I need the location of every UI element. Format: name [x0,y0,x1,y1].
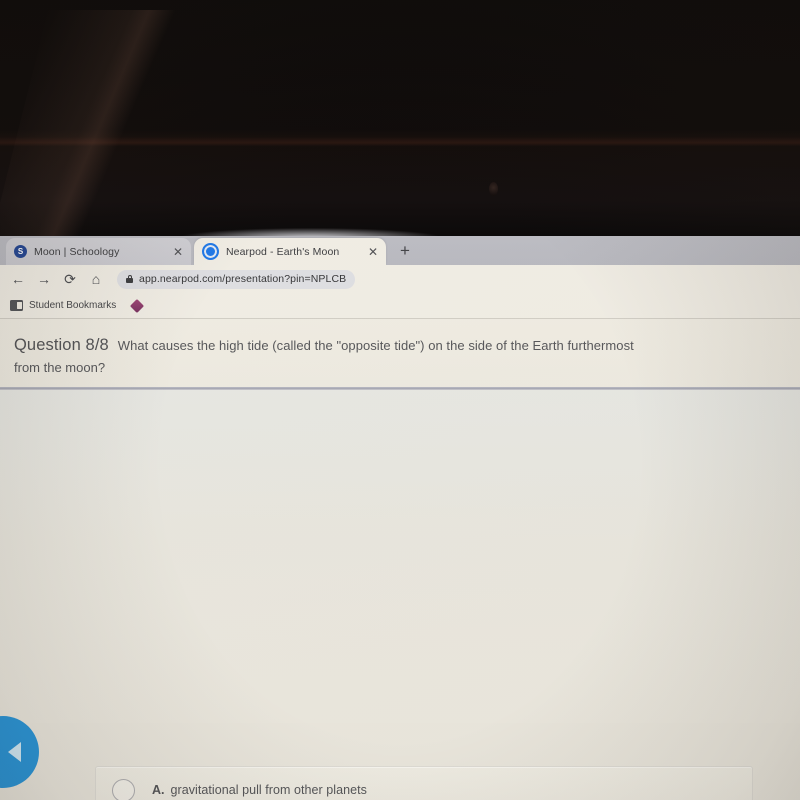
folder-icon [10,300,23,311]
nearpod-favicon [202,243,219,260]
tab-title: Moon | Schoology [34,245,120,258]
tab-nearpod-earths-moon[interactable]: Nearpod - Earth's Moon ✕ [194,238,386,265]
answer-options-list: A. gravitational pull from other planets… [95,766,753,800]
option-letter: A. [152,783,165,797]
chrome-browser-window: S Moon | Schoology ✕ Nearpod - Earth's M… [0,236,800,800]
question-text-line2: from the moon? [14,359,106,375]
bookmark-student-bookmarks[interactable]: Student Bookmarks [29,300,116,311]
address-bar[interactable]: app.nearpod.com/presentation?pin=NPLCB [117,269,356,289]
webcam-icon [489,182,498,196]
schoology-favicon: S [14,245,27,258]
tab-strip: S Moon | Schoology ✕ Nearpod - Earth's M… [0,236,800,265]
tab-moon-schoology[interactable]: S Moon | Schoology ✕ [6,238,191,265]
bezel-reflection [0,10,229,236]
question-body [0,390,800,723]
chevron-left-icon [7,742,21,762]
diamond-bookmark-icon[interactable] [130,298,145,313]
tab-title: Nearpod - Earth's Moon [226,245,340,258]
option-text: gravitational pull from other planets [170,783,367,797]
question-total: 8 [99,336,109,354]
photographed-laptop-screen: S Moon | Schoology ✕ Nearpod - Earth's M… [0,0,800,800]
laptop-bezel [0,0,800,238]
close-icon[interactable]: ✕ [368,246,378,258]
bookmarks-bar: Student Bookmarks [0,293,800,319]
reload-icon[interactable]: ⟳ [57,272,83,286]
back-icon[interactable]: ← [5,272,31,286]
home-icon[interactable]: ⌂ [83,272,109,286]
question-text-line1: What causes the high tide (called the "o… [117,338,634,353]
previous-slide-button[interactable] [0,716,39,788]
new-tab-button[interactable]: + [396,242,414,260]
nearpod-presentation: Question 8/8 What causes the high tide (c… [0,319,800,800]
toolbar: ← → ⟳ ⌂ app.nearpod.com/presentation?pin… [0,265,800,293]
lock-icon [126,275,133,283]
question-header: Question 8/8 What causes the high tide (c… [0,319,800,387]
question-label: Question 8 [14,336,95,354]
url-text: app.nearpod.com/presentation?pin=NPLCB [139,273,347,285]
answer-option-a[interactable]: A. gravitational pull from other planets [95,766,753,800]
radio-button-a[interactable] [112,778,135,800]
close-icon[interactable]: ✕ [173,246,183,258]
forward-icon[interactable]: → [31,272,57,286]
